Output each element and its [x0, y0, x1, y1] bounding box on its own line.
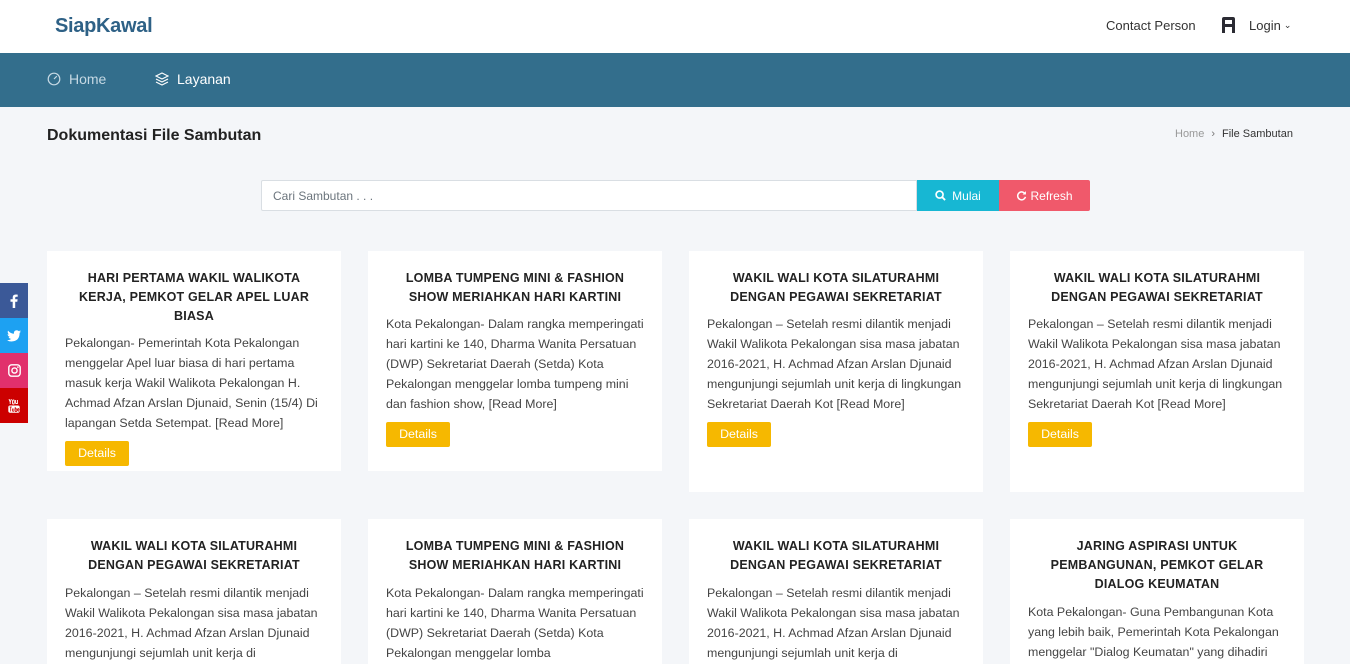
article-title: HARI PERTAMA WAKIL WALIKOTA KERJA, PEMKO…	[78, 271, 310, 323]
chevron-down-icon: ⌄	[1283, 19, 1292, 30]
article-title: JARING ASPIRASI UNTUK PEMBANGUNAN, PEMKO…	[1050, 539, 1264, 591]
breadcrumb-current: File Sambutan	[1222, 128, 1293, 140]
details-button[interactable]: Details	[65, 441, 129, 466]
nav-item-home[interactable]: Home	[47, 71, 106, 87]
facebook-share-button[interactable]	[0, 283, 28, 318]
article-card: WAKIL WALI KOTA SILATURAHMI DENGAN PEGAW…	[47, 519, 341, 664]
refresh-button[interactable]: Refresh	[999, 180, 1090, 211]
nav-home-label: Home	[69, 71, 107, 87]
article-excerpt: Kota Pekalongan- Dalam rangka memperinga…	[386, 586, 644, 660]
youtube-icon	[8, 398, 20, 413]
search-input[interactable]	[261, 180, 917, 211]
article-title: WAKIL WALI KOTA SILATURAHMI DENGAN PEGAW…	[730, 539, 942, 572]
article-title: WAKIL WALI KOTA SILATURAHMI DENGAN PEGAW…	[88, 539, 300, 572]
nav-layanan-label: Layanan	[177, 71, 231, 87]
article-excerpt: Pekalongan – Setelah resmi dilantik menj…	[707, 317, 962, 411]
search-submit-label: Mulai	[952, 188, 981, 203]
dashboard-gauge-icon	[47, 72, 61, 86]
youtube-share-button[interactable]	[0, 388, 28, 423]
article-card: WAKIL WALI KOTA SILATURAHMI DENGAN PEGAW…	[689, 519, 983, 664]
article-title: WAKIL WALI KOTA SILATURAHMI DENGAN PEGAW…	[1051, 271, 1263, 304]
contact-person-link[interactable]: Contact Person	[1106, 18, 1196, 33]
facebook-icon	[10, 294, 18, 308]
details-button[interactable]: Details	[707, 422, 771, 447]
article-card: HARI PERTAMA WAKIL WALIKOTA KERJA, PEMKO…	[47, 251, 341, 471]
refresh-label: Refresh	[1030, 188, 1073, 203]
breadcrumb: Home › File Sambutan	[1175, 128, 1293, 140]
article-card: WAKIL WALI KOTA SILATURAHMI DENGAN PEGAW…	[1010, 251, 1304, 492]
layers-icon	[155, 72, 169, 86]
article-excerpt: Kota Pekalongan- Guna Pembangunan Kota y…	[1028, 605, 1279, 659]
article-excerpt: Kota Pekalongan- Dalam rangka memperinga…	[386, 317, 644, 411]
brand-logo[interactable]: SiapKawal	[55, 15, 153, 38]
user-seat-icon	[1222, 17, 1235, 33]
article-excerpt: Pekalongan – Setelah resmi dilantik menj…	[1028, 317, 1283, 411]
login-dropdown[interactable]: Login ⌄	[1220, 17, 1291, 33]
chevron-right-icon: ›	[1211, 128, 1216, 140]
article-excerpt: Pekalongan – Setelah resmi dilantik menj…	[65, 586, 318, 660]
search-submit-button[interactable]: Mulai	[917, 180, 999, 211]
details-button[interactable]: Details	[1028, 422, 1092, 447]
nav-item-layanan[interactable]: Layanan	[155, 71, 231, 87]
article-title: LOMBA TUMPENG MINI & FASHION SHOW MERIAH…	[405, 539, 625, 572]
article-excerpt: Pekalongan – Setelah resmi dilantik menj…	[707, 586, 960, 660]
instagram-share-button[interactable]	[0, 353, 28, 388]
refresh-icon	[1017, 191, 1027, 201]
article-title: WAKIL WALI KOTA SILATURAHMI DENGAN PEGAW…	[730, 271, 942, 304]
login-label: Login	[1249, 17, 1281, 33]
article-card: WAKIL WALI KOTA SILATURAHMI DENGAN PEGAW…	[689, 251, 983, 492]
main-navbar: Home Layanan	[0, 53, 1350, 107]
twitter-icon	[7, 329, 21, 341]
twitter-share-button[interactable]	[0, 318, 28, 353]
article-card: LOMBA TUMPENG MINI & FASHION SHOW MERIAH…	[368, 519, 662, 664]
article-card: JARING ASPIRASI UNTUK PEMBANGUNAN, PEMKO…	[1010, 519, 1304, 664]
details-button[interactable]: Details	[386, 422, 450, 447]
top-header: SiapKawal Contact Person Login ⌄	[0, 0, 1350, 53]
breadcrumb-home-link[interactable]: Home	[1175, 128, 1204, 140]
article-card: LOMBA TUMPENG MINI & FASHION SHOW MERIAH…	[368, 251, 662, 471]
instagram-icon	[7, 364, 21, 377]
article-excerpt: Pekalongan- Pemerintah Kota Pekalongan m…	[65, 336, 318, 430]
article-title: LOMBA TUMPENG MINI & FASHION SHOW MERIAH…	[405, 271, 625, 304]
search-icon	[935, 190, 946, 201]
page-title: Dokumentasi File Sambutan	[47, 127, 262, 144]
